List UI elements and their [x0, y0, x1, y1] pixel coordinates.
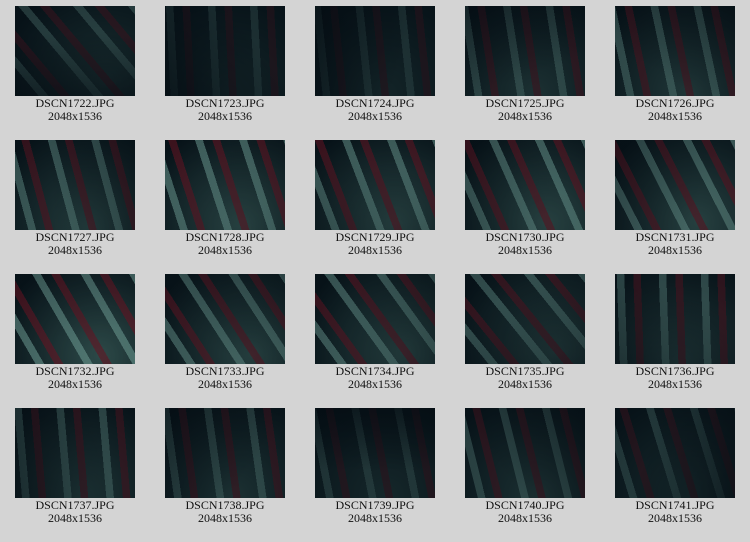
- thumbnail-dimensions: 2048x1536: [48, 511, 102, 525]
- thumbnail-item[interactable]: DSCN1741.JPG 2048x1536: [600, 408, 750, 542]
- thumbnail-image[interactable]: [615, 408, 735, 498]
- thumbnail-image[interactable]: [315, 140, 435, 230]
- photo-shade: [165, 6, 285, 96]
- thumbnail-image[interactable]: [15, 140, 135, 230]
- photo-shade: [315, 408, 435, 498]
- thumbnail-item[interactable]: DSCN1738.JPG 2048x1536: [150, 408, 300, 542]
- photo-shade: [615, 274, 735, 364]
- thumbnail-image[interactable]: [315, 408, 435, 498]
- thumbnail-dimensions: 2048x1536: [648, 243, 702, 257]
- thumbnail-image[interactable]: [615, 274, 735, 364]
- thumbnail-dimensions: 2048x1536: [48, 109, 102, 123]
- photo-shade: [165, 408, 285, 498]
- thumbnail-item[interactable]: DSCN1729.JPG 2048x1536: [300, 140, 450, 274]
- thumbnail-dimensions: 2048x1536: [498, 511, 552, 525]
- photo-shade: [15, 6, 135, 96]
- thumbnail-dimensions: 2048x1536: [648, 511, 702, 525]
- photo-shade: [15, 140, 135, 230]
- thumbnail-item[interactable]: DSCN1739.JPG 2048x1536: [300, 408, 450, 542]
- thumbnail-item[interactable]: DSCN1737.JPG 2048x1536: [0, 408, 150, 542]
- thumbnail-image[interactable]: [15, 274, 135, 364]
- photo-shade: [15, 274, 135, 364]
- photo-shade: [165, 274, 285, 364]
- thumbnail-item[interactable]: DSCN1733.JPG 2048x1536: [150, 274, 300, 408]
- thumbnail-item[interactable]: DSCN1730.JPG 2048x1536: [450, 140, 600, 274]
- thumbnail-image[interactable]: [165, 274, 285, 364]
- thumbnail-item[interactable]: DSCN1740.JPG 2048x1536: [450, 408, 600, 542]
- thumbnail-item[interactable]: DSCN1722.JPG 2048x1536: [0, 6, 150, 140]
- thumbnail-dimensions: 2048x1536: [648, 109, 702, 123]
- thumbnail-dimensions: 2048x1536: [198, 109, 252, 123]
- thumbnail-dimensions: 2048x1536: [48, 243, 102, 257]
- photo-shade: [315, 274, 435, 364]
- photo-shade: [465, 408, 585, 498]
- thumbnail-item[interactable]: DSCN1735.JPG 2048x1536: [450, 274, 600, 408]
- photo-shade: [465, 6, 585, 96]
- thumbnail-dimensions: 2048x1536: [348, 377, 402, 391]
- photo-shade: [315, 6, 435, 96]
- thumbnail-dimensions: 2048x1536: [498, 109, 552, 123]
- thumbnail-dimensions: 2048x1536: [198, 243, 252, 257]
- thumbnail-item[interactable]: DSCN1728.JPG 2048x1536: [150, 140, 300, 274]
- photo-shade: [315, 140, 435, 230]
- thumbnail-item[interactable]: DSCN1723.JPG 2048x1536: [150, 6, 300, 140]
- thumbnail-image[interactable]: [165, 140, 285, 230]
- thumbnail-image[interactable]: [315, 274, 435, 364]
- thumbnail-image[interactable]: [615, 6, 735, 96]
- thumbnail-item[interactable]: DSCN1726.JPG 2048x1536: [600, 6, 750, 140]
- thumbnail-item[interactable]: DSCN1731.JPG 2048x1536: [600, 140, 750, 274]
- thumbnail-image[interactable]: [465, 140, 585, 230]
- photo-shade: [465, 140, 585, 230]
- thumbnail-image[interactable]: [165, 6, 285, 96]
- photo-shade: [165, 140, 285, 230]
- thumbnail-item[interactable]: DSCN1736.JPG 2048x1536: [600, 274, 750, 408]
- thumbnail-item[interactable]: DSCN1734.JPG 2048x1536: [300, 274, 450, 408]
- photo-shade: [615, 6, 735, 96]
- thumbnail-image[interactable]: [465, 408, 585, 498]
- thumbnail-dimensions: 2048x1536: [498, 377, 552, 391]
- thumbnail-image[interactable]: [465, 6, 585, 96]
- thumbnail-item[interactable]: DSCN1724.JPG 2048x1536: [300, 6, 450, 140]
- thumbnail-grid: DSCN1722.JPG 2048x1536 DSCN1723.JPG 2048x15…: [0, 6, 750, 542]
- thumbnail-dimensions: 2048x1536: [348, 243, 402, 257]
- thumbnail-dimensions: 2048x1536: [348, 511, 402, 525]
- photo-shade: [15, 408, 135, 498]
- thumbnail-dimensions: 2048x1536: [348, 109, 402, 123]
- thumbnail-image[interactable]: [15, 408, 135, 498]
- thumbnail-item[interactable]: DSCN1725.JPG 2048x1536: [450, 6, 600, 140]
- thumbnail-dimensions: 2048x1536: [198, 511, 252, 525]
- photo-shade: [615, 408, 735, 498]
- thumbnail-image[interactable]: [465, 274, 585, 364]
- thumbnail-image[interactable]: [315, 6, 435, 96]
- thumbnail-item[interactable]: DSCN1727.JPG 2048x1536: [0, 140, 150, 274]
- photo-shade: [615, 140, 735, 230]
- thumbnail-image[interactable]: [165, 408, 285, 498]
- thumbnail-image[interactable]: [615, 140, 735, 230]
- thumbnail-dimensions: 2048x1536: [198, 377, 252, 391]
- thumbnail-item[interactable]: DSCN1732.JPG 2048x1536: [0, 274, 150, 408]
- thumbnail-dimensions: 2048x1536: [498, 243, 552, 257]
- thumbnail-dimensions: 2048x1536: [48, 377, 102, 391]
- thumbnail-dimensions: 2048x1536: [648, 377, 702, 391]
- thumbnail-image[interactable]: [15, 6, 135, 96]
- photo-shade: [465, 274, 585, 364]
